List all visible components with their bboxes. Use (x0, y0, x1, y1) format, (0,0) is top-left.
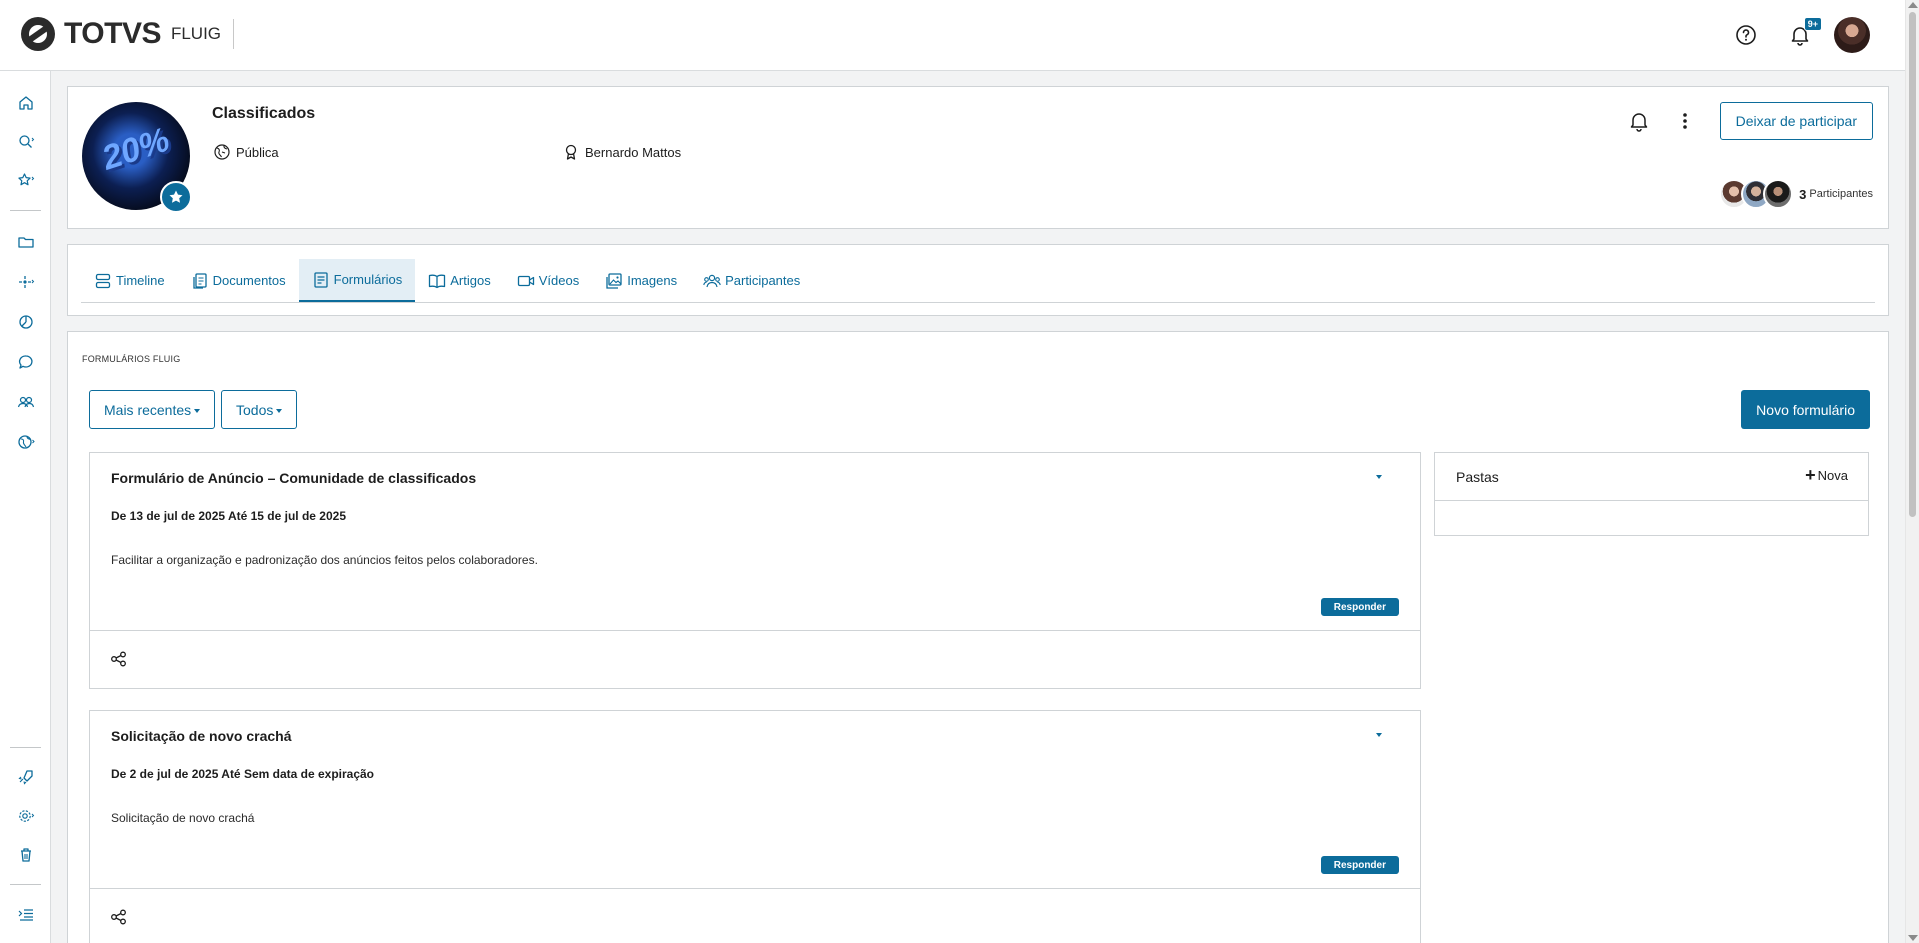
tab-participantes[interactable]: Participantes (690, 259, 813, 302)
scroll-down-arrow-icon[interactable] (1908, 935, 1918, 941)
tab-label: Formulários (333, 272, 403, 287)
sidebar-divider (10, 884, 41, 885)
rocket-icon[interactable] (0, 765, 51, 789)
tab-label: Imagens (627, 273, 678, 288)
totvs-logo-icon (21, 17, 55, 51)
form-item: Solicitação de novo crachá De 2 de jul d… (89, 710, 1421, 943)
tab-imagens[interactable]: Imagens (592, 259, 690, 302)
forms-panel: FORMULÁRIOS FLUIG Mais recentes Todos No… (67, 331, 1889, 943)
form-title[interactable]: Solicitação de novo crachá (111, 728, 292, 744)
share-icon[interactable] (110, 650, 128, 668)
community-avatar-text: 20% (97, 120, 175, 178)
community-tabs: Timeline Documentos Formulários Artigos … (81, 259, 1875, 303)
new-form-button[interactable]: Novo formulário (1741, 390, 1870, 429)
help-icon[interactable] (1734, 23, 1758, 47)
tab-label: Artigos (450, 273, 491, 288)
tab-documentos[interactable]: Documentos (178, 259, 299, 302)
globe-icon[interactable] (0, 430, 51, 454)
tab-label: Vídeos (538, 273, 580, 288)
participants-summary[interactable]: 3 Participantes (1719, 179, 1873, 209)
tab-artigos[interactable]: Artigos (415, 259, 503, 302)
participants-icon (703, 274, 721, 287)
participants-label: Participantes (1809, 188, 1873, 200)
public-globe-icon (214, 144, 230, 160)
form-title[interactable]: Formulário de Anúncio – Comunidade de cl… (111, 470, 476, 486)
timeline-icon (95, 273, 111, 288)
privacy-label: Pública (236, 144, 279, 160)
sidebar-divider (10, 210, 41, 211)
leave-community-button[interactable]: Deixar de participar (1719, 102, 1873, 140)
scroll-up-arrow-icon[interactable] (1908, 2, 1918, 8)
community-tabs-panel: Timeline Documentos Formulários Artigos … (67, 244, 1889, 316)
community-owner: Bernardo Mattos (562, 143, 681, 161)
community-title: Classificados (212, 105, 316, 122)
notification-bell-icon[interactable] (1628, 110, 1650, 132)
community-privacy: Pública (213, 143, 279, 161)
favorite-star-icon[interactable] (160, 181, 192, 213)
section-title: FORMULÁRIOS FLUIG (82, 354, 181, 364)
filter-dropdown-label: Todos (236, 401, 274, 418)
tab-label: Documentos (212, 273, 286, 288)
notification-badge: 9+ (1803, 17, 1822, 31)
book-icon (429, 274, 446, 288)
community-header: 20% Classificados Pública Bernardo Matto… (67, 86, 1889, 229)
image-icon (606, 272, 622, 289)
tab-timeline[interactable]: Timeline (81, 259, 178, 302)
tab-label: Participantes (725, 273, 801, 288)
top-bar: TOTVS FLUIG 9+ (0, 0, 1905, 71)
user-avatar[interactable] (1834, 17, 1870, 53)
communities-icon[interactable] (0, 390, 51, 414)
form-dates: De 2 de jul de 2025 Até Sem data de expi… (111, 767, 375, 781)
logo-subtext: FLUIG (171, 19, 235, 49)
search-icon[interactable] (0, 130, 51, 154)
folder-icon[interactable] (0, 230, 51, 254)
documents-icon (193, 272, 207, 289)
gear-icon[interactable] (0, 804, 51, 828)
new-folder-button[interactable]: + Nova (1805, 465, 1848, 485)
tab-label: Timeline (116, 273, 165, 288)
form-item: Formulário de Anúncio – Comunidade de cl… (89, 452, 1421, 689)
tab-videos[interactable]: Vídeos (504, 259, 592, 302)
process-icon[interactable] (0, 270, 51, 294)
bell-icon[interactable]: 9+ (1788, 17, 1822, 47)
award-ribbon-icon (565, 144, 577, 160)
scroll-thumb[interactable] (1909, 12, 1916, 517)
trash-icon[interactable] (0, 843, 51, 867)
participant-avatar[interactable] (1763, 179, 1794, 209)
home-icon[interactable] (0, 91, 51, 115)
sort-dropdown-label: Mais recentes (104, 401, 192, 418)
star-icon[interactable] (0, 169, 51, 193)
chevron-down-icon[interactable] (1376, 733, 1382, 737)
new-folder-label: Nova (1817, 468, 1848, 483)
chevron-down-icon[interactable] (1376, 475, 1382, 479)
sidebar (0, 71, 51, 943)
logo-text: TOTVS (64, 17, 161, 50)
more-options-icon[interactable] (1674, 110, 1696, 132)
form-description: Solicitação de novo crachá (111, 811, 255, 825)
logo[interactable]: TOTVS FLUIG (20, 16, 235, 52)
respond-button[interactable]: Responder (1320, 856, 1399, 874)
page-scrollbar[interactable] (1905, 0, 1919, 943)
sort-dropdown[interactable]: Mais recentes (89, 390, 216, 429)
chevron-down-icon (194, 408, 201, 413)
collapse-menu-icon[interactable] (0, 903, 51, 927)
respond-button[interactable]: Responder (1320, 598, 1399, 616)
form-description: Facilitar a organização e padronização d… (111, 553, 538, 567)
tab-formularios[interactable]: Formulários (298, 259, 416, 302)
folders-panel: Pastas + Nova (1434, 452, 1869, 536)
forms-icon (313, 271, 328, 288)
video-icon (517, 275, 534, 286)
owner-name[interactable]: Bernardo Mattos (585, 145, 681, 160)
folders-title: Pastas (1456, 469, 1499, 485)
analytics-icon[interactable] (0, 310, 51, 334)
sidebar-divider (10, 747, 41, 748)
plus-icon: + (1805, 465, 1816, 485)
share-icon[interactable] (110, 908, 128, 926)
chevron-down-icon (276, 408, 283, 413)
form-dates: De 13 de jul de 2025 Até 15 de jul de 20… (111, 509, 347, 523)
chat-icon[interactable] (0, 350, 51, 374)
participants-count: 3 (1799, 186, 1807, 202)
filter-dropdown[interactable]: Todos (221, 390, 298, 429)
